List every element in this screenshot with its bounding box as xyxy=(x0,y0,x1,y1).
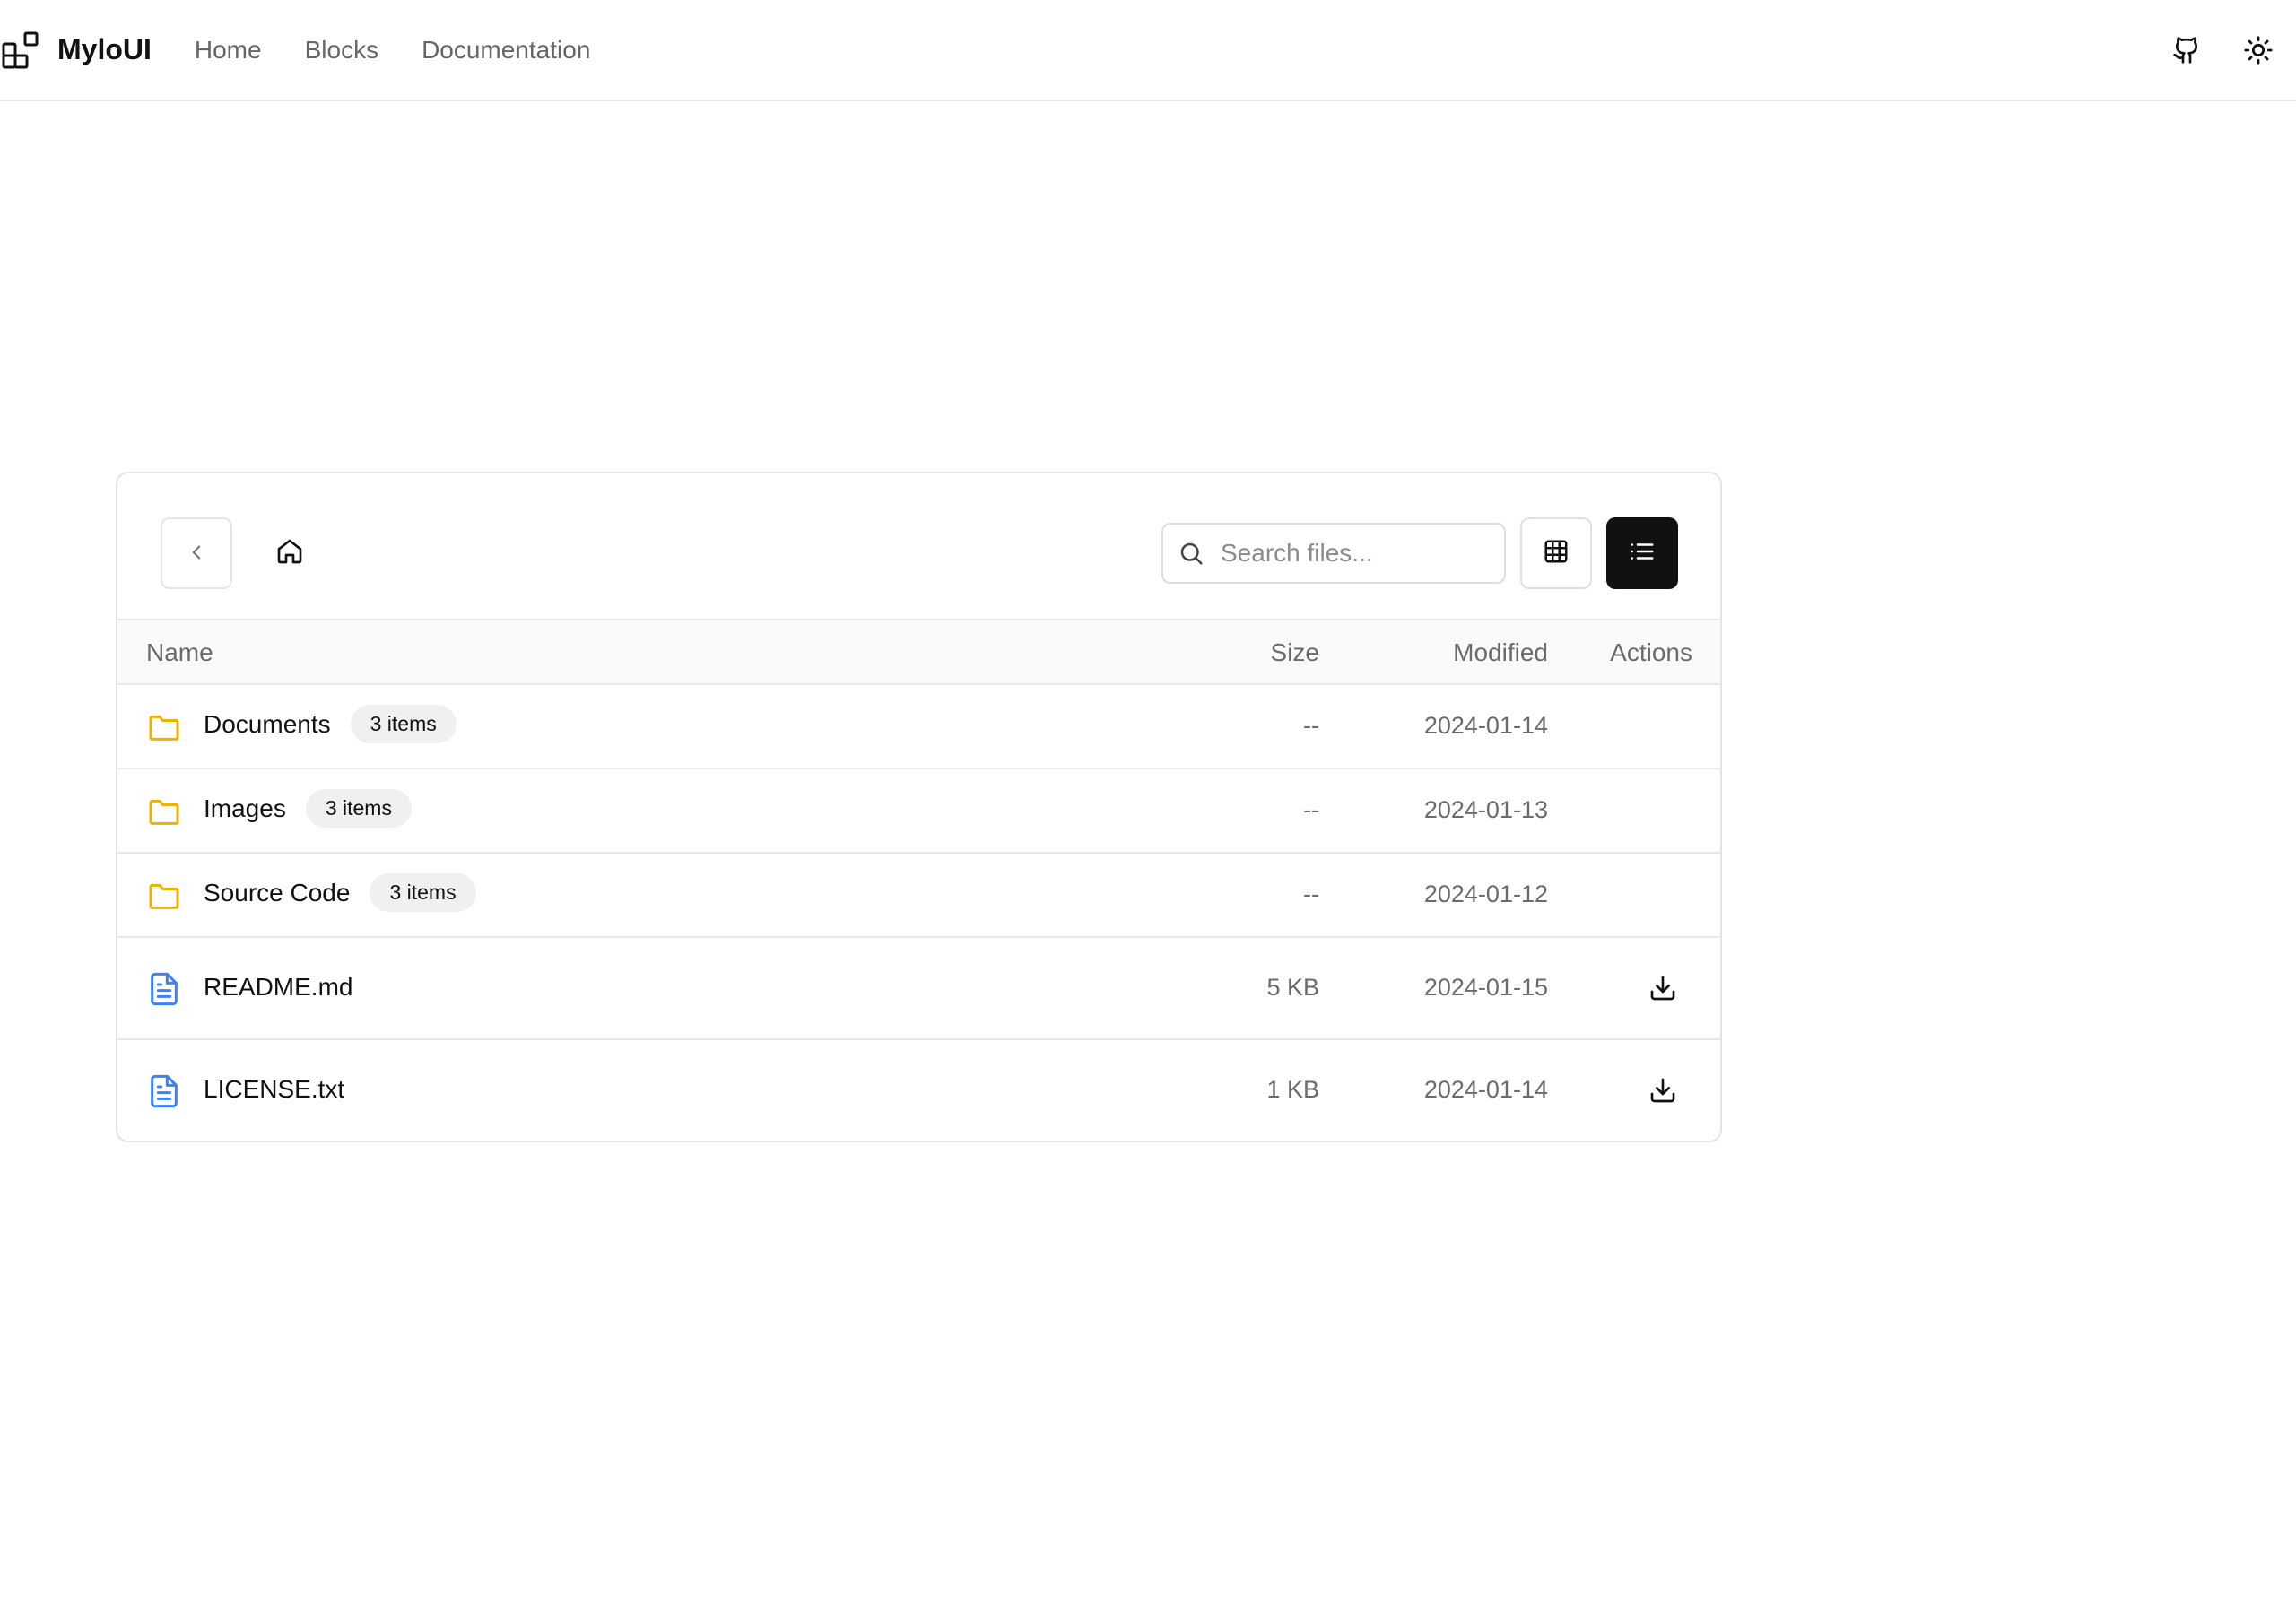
folder-icon xyxy=(146,878,182,914)
item-count-badge: 3 items xyxy=(305,789,412,828)
home-icon xyxy=(275,537,304,570)
size-cell: 5 KB xyxy=(1266,974,1319,1001)
folder-name-group: Images 3 items xyxy=(204,789,412,828)
folder-row[interactable]: Images 3 items -- 2024-01-13 xyxy=(117,769,1720,854)
sun-icon[interactable] xyxy=(2239,30,2278,70)
home-button[interactable] xyxy=(254,517,326,589)
modified-cell: 2024-01-14 xyxy=(1423,1076,1548,1103)
back-button[interactable] xyxy=(161,517,232,589)
item-count-badge: 3 items xyxy=(350,705,457,743)
list-view-button[interactable] xyxy=(1606,517,1678,589)
modified-cell: 2024-01-15 xyxy=(1423,974,1548,1001)
main-nav: Home Blocks Documentation xyxy=(195,36,634,65)
column-actions: Actions xyxy=(1610,638,1692,666)
folder-icon xyxy=(146,709,182,745)
size-cell: -- xyxy=(1303,796,1319,823)
chevron-left-icon xyxy=(185,541,208,567)
file-text-icon xyxy=(146,1073,182,1109)
blocks-logo-icon xyxy=(2,31,39,69)
brand-name: MyloUI xyxy=(57,33,152,65)
file-row[interactable]: README.md 5 KB 2024-01-15 xyxy=(117,938,1720,1040)
grid-view-button[interactable] xyxy=(1520,517,1592,589)
modified-cell: 2024-01-12 xyxy=(1423,881,1548,907)
brand[interactable]: MyloUI xyxy=(2,31,152,69)
grid-icon xyxy=(1543,538,1570,569)
top-navbar: MyloUI Home Blocks Documentation xyxy=(0,0,2296,101)
nav-home[interactable]: Home xyxy=(195,36,262,65)
file-name: LICENSE.txt xyxy=(204,1075,345,1103)
size-cell: -- xyxy=(1303,881,1319,907)
table-header: Name Size Modified Actions xyxy=(117,619,1720,685)
folder-name-group: Source Code 3 items xyxy=(204,873,476,912)
size-cell: 1 KB xyxy=(1266,1076,1319,1103)
folder-name: Documents xyxy=(204,709,331,738)
file-row[interactable]: LICENSE.txt 1 KB 2024-01-14 xyxy=(117,1040,1720,1141)
item-count-badge: 3 items xyxy=(370,873,476,912)
folder-row[interactable]: Documents 3 items -- 2024-01-14 xyxy=(117,685,1720,769)
file-text-icon xyxy=(146,971,182,1007)
search-box xyxy=(1161,523,1506,584)
folder-name: Images xyxy=(204,794,286,822)
download-icon[interactable] xyxy=(1645,1072,1681,1108)
nav-documentation[interactable]: Documentation xyxy=(422,36,590,65)
folder-icon xyxy=(146,794,182,829)
modified-cell: 2024-01-13 xyxy=(1423,796,1548,823)
download-icon[interactable] xyxy=(1645,970,1681,1006)
size-cell: -- xyxy=(1303,712,1319,739)
modified-cell: 2024-01-14 xyxy=(1423,712,1548,739)
folder-name: Source Code xyxy=(204,878,351,907)
header-actions xyxy=(2167,30,2278,70)
github-icon[interactable] xyxy=(2167,30,2206,70)
search-input[interactable] xyxy=(1221,539,1490,568)
file-browser: Name Size Modified Actions Documents 3 i… xyxy=(116,472,1722,1142)
folder-name-group: Documents 3 items xyxy=(204,705,457,743)
file-name: README.md xyxy=(204,973,353,1001)
search-icon xyxy=(1178,538,1208,568)
file-browser-toolbar xyxy=(117,473,1720,619)
list-icon xyxy=(1629,538,1656,569)
nav-blocks[interactable]: Blocks xyxy=(305,36,378,65)
column-name[interactable]: Name xyxy=(146,638,213,667)
column-modified[interactable]: Modified xyxy=(1453,638,1548,667)
folder-row[interactable]: Source Code 3 items -- 2024-01-12 xyxy=(117,854,1720,938)
column-size[interactable]: Size xyxy=(1271,638,1319,667)
